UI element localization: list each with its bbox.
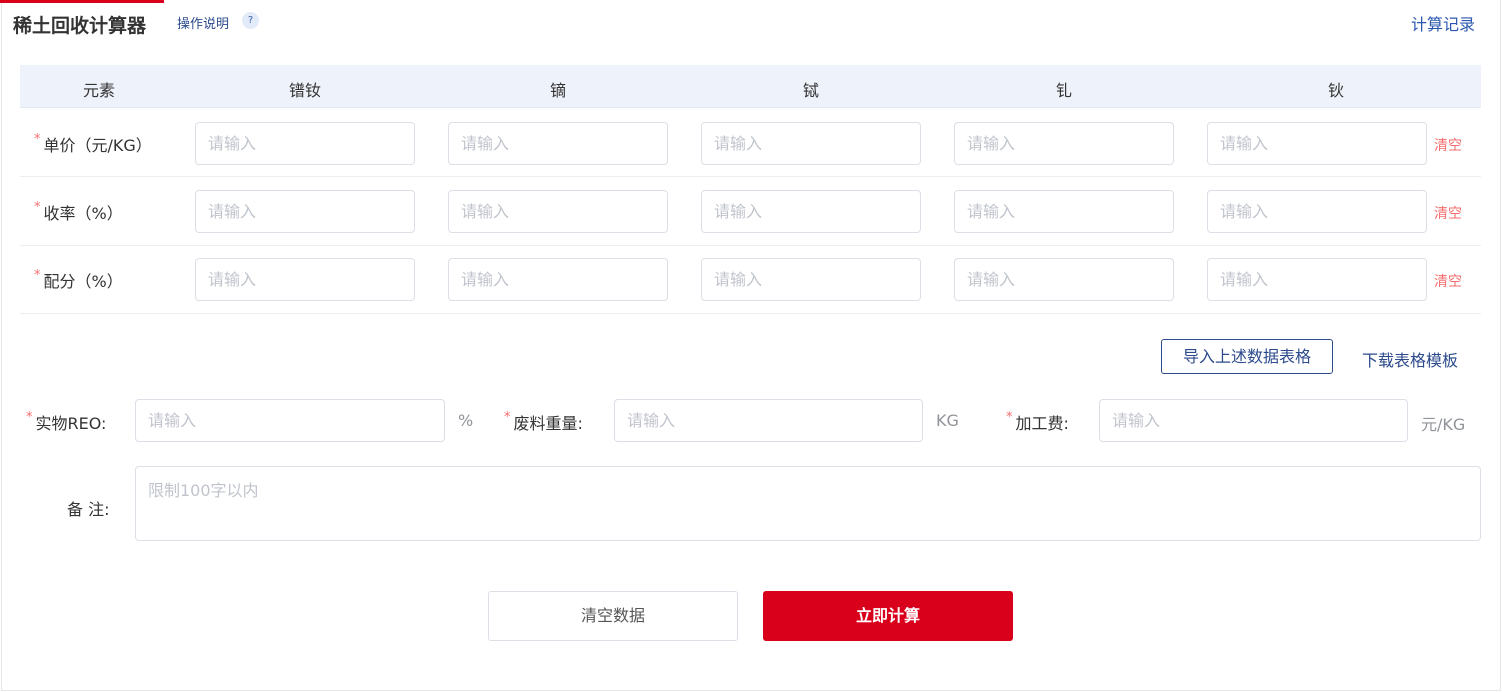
row-label: * 收率（%） (34, 200, 123, 224)
fee-label-text: 加工费: (1015, 414, 1069, 433)
fee-input[interactable] (1099, 399, 1408, 442)
fee-unit: 元/KG (1421, 415, 1466, 434)
column-header: 镝 (549, 81, 567, 100)
row-divider (20, 245, 1481, 246)
cell-placeholder: 请输入 (967, 270, 1016, 289)
history-link[interactable]: 计算记录 (1411, 11, 1475, 35)
row-label-text: 配分（%） (43, 272, 123, 291)
cell-input[interactable]: 请输入 (701, 258, 921, 301)
column-header: 镨钕 (288, 81, 322, 100)
weight-label-text: 废料重量: (513, 414, 583, 433)
reo-label-text: 实物REO: (35, 414, 107, 433)
row-label: * 单价（元/KG） (34, 132, 152, 156)
cell-input[interactable]: 请输入 (1207, 258, 1427, 301)
weight-input[interactable] (614, 399, 923, 442)
cell-placeholder: 请输入 (714, 270, 763, 289)
cell-placeholder: 请输入 (461, 134, 510, 153)
cell-input[interactable]: 请输入 (954, 258, 1174, 301)
column-header: 钆 (1055, 81, 1073, 100)
required-mark: * (34, 268, 41, 283)
required-mark: * (1006, 410, 1013, 425)
cell-placeholder: 请输入 (208, 202, 257, 221)
cell-placeholder: 请输入 (714, 202, 763, 221)
row-divider (20, 313, 1481, 314)
help-link[interactable]: 操作说明 (177, 13, 229, 32)
fee-label: * 加工费: (1006, 410, 1069, 434)
reo-label: * 实物REO: (26, 410, 106, 434)
cell-input[interactable]: 请输入 (195, 190, 415, 233)
cell-placeholder: 请输入 (1220, 270, 1269, 289)
cell-placeholder: 请输入 (461, 270, 510, 289)
cell-input[interactable]: 请输入 (448, 258, 668, 301)
reo-input[interactable] (135, 399, 445, 442)
reo-unit: % (458, 411, 474, 430)
download-template-link[interactable]: 下载表格模板 (1362, 347, 1458, 371)
cell-input[interactable]: 请输入 (701, 190, 921, 233)
cell-placeholder: 请输入 (714, 134, 763, 153)
row-label: * 配分（%） (34, 268, 123, 292)
column-header: 元素 (82, 81, 116, 100)
cell-input[interactable]: 请输入 (954, 122, 1174, 165)
remark-label: 备 注: (67, 500, 110, 519)
active-tab-indicator (0, 0, 164, 3)
row-divider (20, 176, 1481, 177)
cell-placeholder: 请输入 (208, 270, 257, 289)
cell-input[interactable]: 请输入 (195, 122, 415, 165)
clear-row-button[interactable]: 清空 (1434, 203, 1462, 223)
cell-input[interactable]: 请输入 (448, 190, 668, 233)
weight-label: * 废料重量: (504, 410, 583, 434)
required-mark: * (26, 410, 33, 425)
import-table-button[interactable]: 导入上述数据表格 (1161, 339, 1333, 374)
page-title: 稀土回收计算器 (13, 15, 147, 37)
cell-placeholder: 请输入 (208, 134, 257, 153)
cell-placeholder: 请输入 (1220, 134, 1269, 153)
cell-input[interactable]: 请输入 (195, 258, 415, 301)
calculate-button[interactable]: 立即计算 (763, 591, 1013, 641)
cell-input[interactable]: 请输入 (954, 190, 1174, 233)
required-mark: * (504, 410, 511, 425)
weight-unit: KG (936, 411, 959, 430)
cell-input[interactable]: 请输入 (1207, 122, 1427, 165)
required-mark: * (34, 132, 41, 147)
remark-textarea[interactable] (135, 466, 1481, 541)
clear-row-button[interactable]: 清空 (1434, 271, 1462, 291)
required-mark: * (34, 200, 41, 215)
row-label-text: 收率（%） (43, 204, 123, 223)
clear-data-button[interactable]: 清空数据 (488, 591, 738, 641)
table-header (20, 65, 1481, 108)
cell-placeholder: 请输入 (967, 134, 1016, 153)
column-header: 钬 (1327, 81, 1345, 100)
cell-input[interactable]: 请输入 (701, 122, 921, 165)
question-icon[interactable]: ? (242, 12, 259, 29)
cell-input[interactable]: 请输入 (448, 122, 668, 165)
cell-input[interactable]: 请输入 (1207, 190, 1427, 233)
column-header: 铽 (802, 81, 820, 100)
clear-row-button[interactable]: 清空 (1434, 135, 1462, 155)
row-label-text: 单价（元/KG） (43, 136, 152, 155)
cell-placeholder: 请输入 (967, 202, 1016, 221)
cell-placeholder: 请输入 (1220, 202, 1269, 221)
cell-placeholder: 请输入 (461, 202, 510, 221)
